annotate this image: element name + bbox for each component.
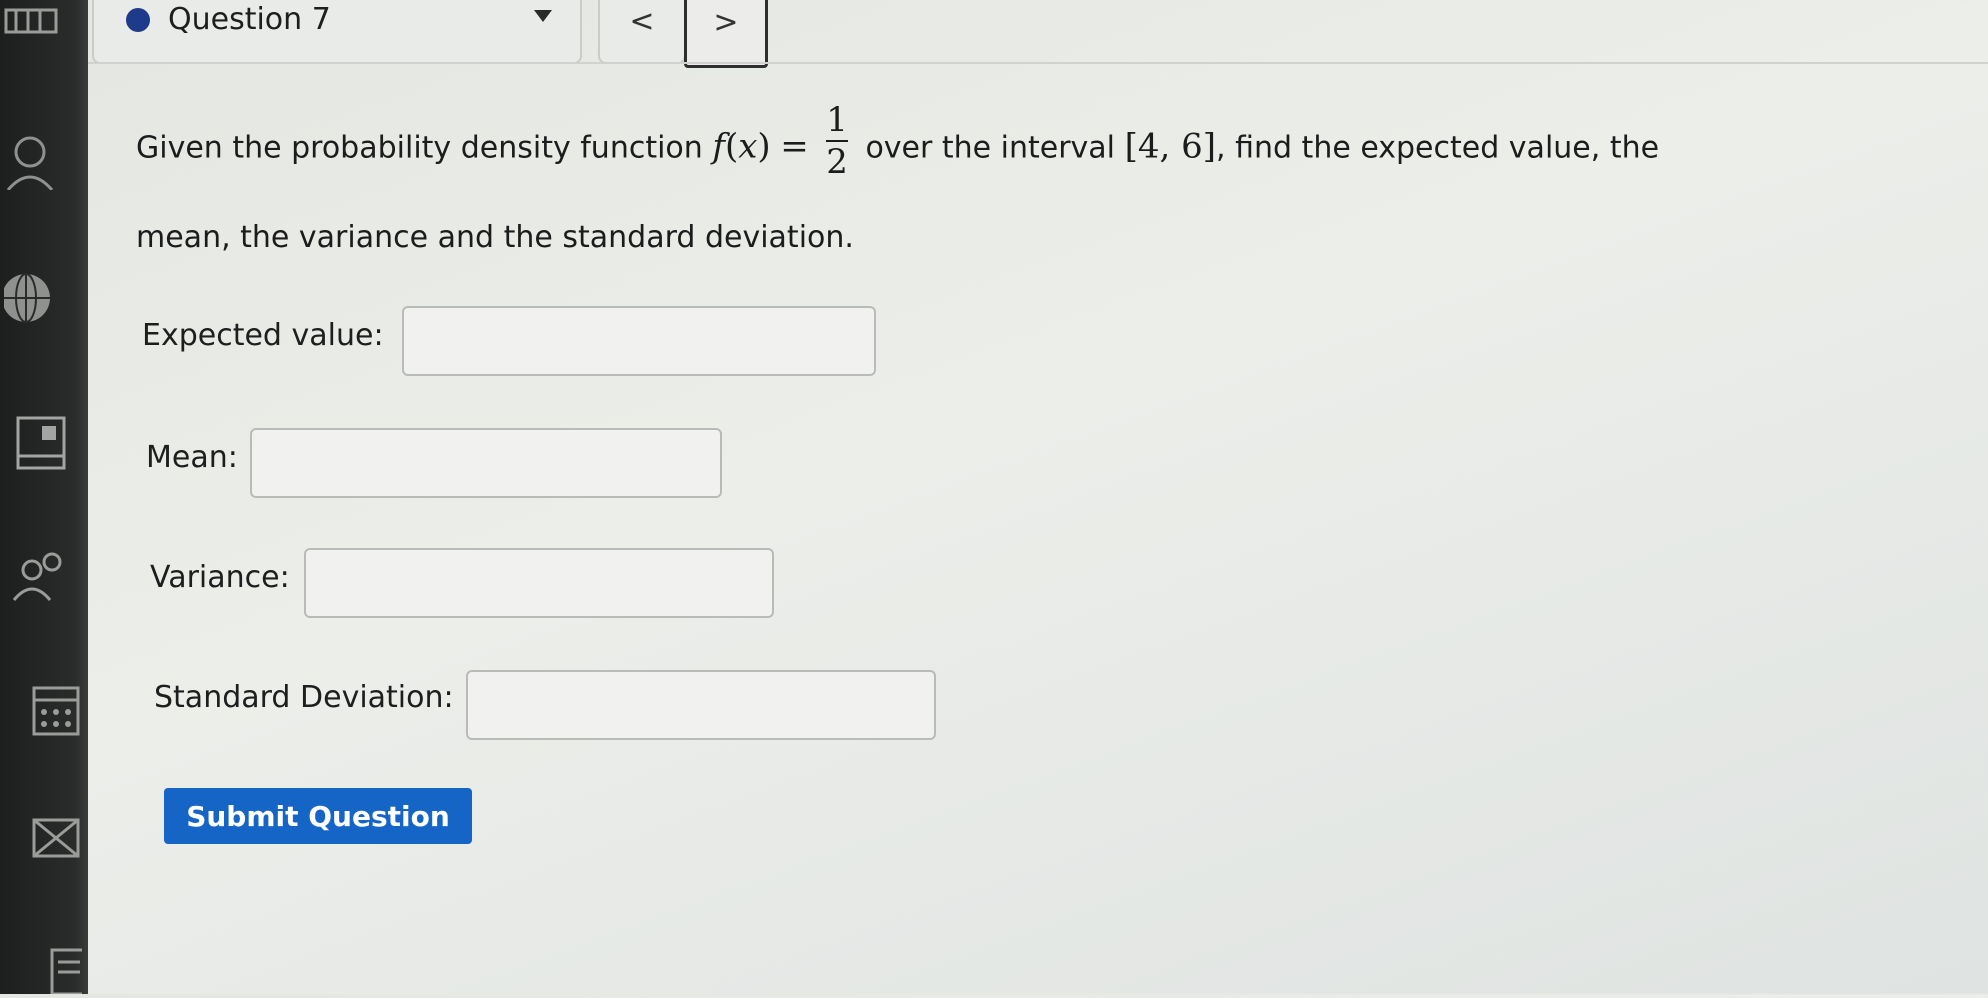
header-divider <box>88 62 1988 64</box>
fraction-denominator: 2 <box>826 142 848 182</box>
fraction: 1 2 <box>826 102 848 180</box>
left-sidebar <box>0 0 88 996</box>
mean-input[interactable] <box>250 428 722 498</box>
people-icon[interactable] <box>4 548 82 608</box>
home-icon[interactable] <box>4 0 82 40</box>
interval: [4, 6] <box>1124 126 1216 167</box>
variance-input[interactable] <box>304 548 774 618</box>
standard-deviation-label: Standard Deviation: <box>154 680 454 715</box>
equals-sign: = <box>780 126 809 167</box>
expected-value-label: Expected value: <box>142 318 384 353</box>
function-variable: x <box>738 126 758 167</box>
question-prompt: Given the probability density function f… <box>136 100 1660 182</box>
chevron-right-icon: > <box>713 5 739 40</box>
calendar-icon[interactable] <box>4 680 82 740</box>
gradebook-icon[interactable] <box>4 412 82 472</box>
variance-label: Variance: <box>150 560 290 595</box>
expected-value-input[interactable] <box>402 306 876 376</box>
standard-deviation-input[interactable] <box>466 670 936 740</box>
prompt-text-before: Given the probability density function <box>136 130 703 166</box>
submit-question-button[interactable]: Submit Question <box>164 788 472 844</box>
prompt-line-2: mean, the variance and the standard devi… <box>136 220 854 255</box>
question-selector-label: Question 7 <box>168 2 331 37</box>
next-question-button[interactable]: > <box>684 0 768 68</box>
function-name: f <box>712 126 725 167</box>
user-icon[interactable] <box>4 130 82 191</box>
caret-down-icon <box>534 10 552 22</box>
globe-icon[interactable] <box>2 268 82 328</box>
notes-icon[interactable] <box>4 940 88 996</box>
mean-label: Mean: <box>146 440 238 475</box>
previous-question-button[interactable]: < <box>598 0 686 64</box>
status-dot <box>126 8 150 32</box>
prompt-text-middle: over the interval <box>865 130 1116 166</box>
mail-icon[interactable] <box>4 810 82 870</box>
question-selector[interactable]: Question 7 <box>92 0 582 64</box>
prompt-text-after: , find the expected value, the <box>1216 130 1660 166</box>
fraction-numerator: 1 <box>826 100 848 140</box>
chevron-left-icon: < <box>629 4 655 39</box>
